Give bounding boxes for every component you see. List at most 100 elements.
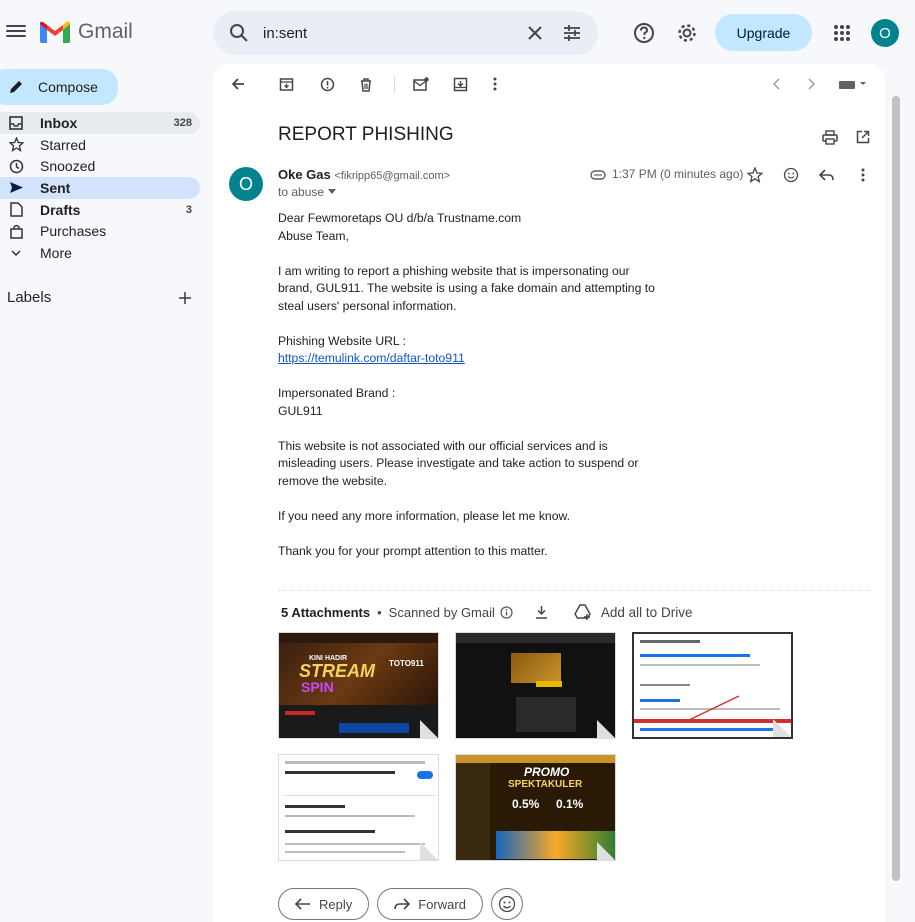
thumb-link-line — [640, 699, 680, 702]
message-more-vert-icon[interactable] — [851, 163, 875, 187]
scrollbar[interactable] — [889, 64, 903, 922]
star-message-icon[interactable] — [743, 163, 767, 187]
compose-label: Compose — [38, 79, 98, 95]
toolbar-divider — [394, 76, 395, 94]
thumb-line — [285, 805, 345, 808]
emoji-icon — [498, 895, 516, 913]
thumb-line — [285, 771, 395, 774]
sidebar-item-snoozed[interactable]: Snoozed — [0, 155, 200, 177]
clock-icon — [8, 158, 24, 174]
help-icon[interactable] — [632, 21, 656, 45]
search-options-icon[interactable] — [562, 23, 582, 43]
attachment-thumbnail-2[interactable] — [455, 632, 616, 739]
add-label-icon[interactable] — [178, 291, 192, 305]
message-toolbar — [213, 64, 885, 104]
thumb1-subtitle: SPIN — [301, 679, 334, 695]
sidebar-item-starred[interactable]: Starred — [0, 134, 200, 156]
print-icon[interactable] — [818, 125, 842, 149]
sender-name[interactable]: Oke Gas — [278, 167, 331, 182]
compose-button[interactable]: Compose — [0, 69, 118, 105]
sidebar-item-label: Snoozed — [40, 158, 96, 175]
sender-avatar[interactable]: O — [229, 167, 263, 201]
labels-header: Labels — [7, 289, 192, 306]
info-icon[interactable] — [500, 605, 513, 619]
thumb5-subtitle: SPEKTAKULER — [508, 779, 583, 790]
phishing-url-link[interactable]: https://temulink.com/daftar-toto911 — [278, 351, 465, 365]
sidebar-item-more[interactable]: More — [0, 242, 200, 264]
gmail-logo[interactable]: Gmail — [40, 20, 133, 44]
purchases-icon — [8, 223, 24, 239]
thumb1-brand: TOTO911 — [389, 659, 424, 668]
sidebar-item-sent[interactable]: Sent — [0, 177, 200, 199]
send-icon — [8, 180, 24, 196]
account-avatar[interactable]: O — [871, 19, 899, 47]
report-spam-icon[interactable] — [315, 72, 339, 96]
inbox-icon — [8, 115, 24, 131]
sidebar-item-drafts[interactable]: Drafts 3 — [0, 199, 200, 221]
thumb-line — [285, 851, 405, 853]
forward-button[interactable]: Forward — [377, 888, 483, 920]
sidebar-item-label: Drafts — [40, 201, 81, 218]
reply-arrow-icon[interactable] — [815, 163, 839, 187]
attachment-thumbnail-5[interactable]: PROMO SPEKTAKULER 0.5% 0.1% — [455, 754, 616, 861]
older-chevron-right-icon[interactable] — [799, 72, 823, 96]
search-input[interactable] — [263, 21, 513, 45]
sidebar-item-purchases[interactable]: Purchases — [0, 220, 200, 242]
recipient-details-dropdown-icon[interactable] — [328, 189, 337, 195]
move-to-icon[interactable] — [448, 72, 472, 96]
clear-search-icon[interactable] — [525, 23, 545, 43]
reply-icon — [295, 898, 310, 910]
upgrade-button[interactable]: Upgrade — [715, 14, 812, 51]
top-bar: Gmail Upgrade O — [0, 0, 915, 64]
delete-trash-icon[interactable] — [354, 72, 378, 96]
scrollbar-thumb[interactable] — [892, 96, 900, 881]
mark-unread-icon[interactable] — [409, 72, 433, 96]
newer-chevron-left-icon[interactable] — [765, 72, 789, 96]
thumb-line — [285, 795, 435, 796]
thumbnail-page-curl — [597, 842, 615, 860]
emoji-reaction-button[interactable] — [490, 888, 523, 920]
url-label: Phishing Website URL : — [278, 333, 407, 348]
search-icon[interactable] — [229, 23, 249, 43]
nav-list: Inbox 328 Starred Snoozed Sent Drafts 3 … — [0, 112, 200, 264]
thumb-line — [285, 815, 415, 817]
attachment-thumbnail-3[interactable] — [632, 632, 793, 739]
main-menu-icon[interactable] — [6, 22, 26, 42]
thumbnail-page-curl — [773, 719, 791, 737]
attachment-thumbnail-1[interactable]: KINI HADIR STREAM SPIN TOTO911 — [278, 632, 439, 739]
add-all-to-drive-label[interactable]: Add all to Drive — [601, 605, 693, 620]
sidebar-item-label: Purchases — [40, 223, 107, 240]
add-to-drive-icon[interactable] — [574, 604, 592, 620]
thumb-arrow — [688, 695, 740, 721]
scanned-label: Scanned by Gmail — [388, 604, 495, 620]
open-in-new-window-icon[interactable] — [851, 125, 875, 149]
thumb-bar — [285, 711, 315, 715]
sidebar-item-inbox[interactable]: Inbox 328 — [0, 112, 200, 134]
star-icon — [8, 137, 24, 153]
body-closing: Thank you for your prompt attention to t… — [278, 543, 548, 558]
thumbnail-page-curl — [597, 720, 615, 738]
more-vert-icon[interactable] — [483, 72, 507, 96]
sender-email: <fikripp65@gmail.com> — [334, 170, 451, 182]
thumb-line — [640, 664, 760, 666]
reply-button[interactable]: Reply — [278, 888, 370, 920]
archive-icon[interactable] — [274, 72, 298, 96]
recipient-line[interactable]: to abuse — [278, 185, 337, 199]
keyboard-input-icon[interactable] — [837, 72, 869, 96]
search-bar[interactable] — [213, 11, 598, 55]
thumb-button — [536, 681, 562, 687]
drafts-count: 3 — [185, 203, 192, 216]
back-arrow-icon[interactable] — [226, 72, 250, 96]
thumb-sidebar — [456, 763, 490, 860]
attachments-header: 5 Attachments • Scanned by Gmail Add all… — [281, 604, 692, 620]
thumb-line — [285, 830, 375, 833]
thumb-logo-block — [511, 653, 561, 683]
add-reaction-emoji-icon[interactable] — [779, 163, 803, 187]
separator-dot: • — [377, 604, 382, 620]
apps-grid-icon[interactable] — [830, 21, 854, 45]
thumb-line — [640, 640, 700, 643]
attachment-thumbnail-4[interactable] — [278, 754, 439, 861]
thumb5-value-2: 0.1% — [556, 797, 584, 811]
download-all-icon[interactable] — [535, 605, 548, 619]
settings-gear-icon[interactable] — [675, 21, 699, 45]
